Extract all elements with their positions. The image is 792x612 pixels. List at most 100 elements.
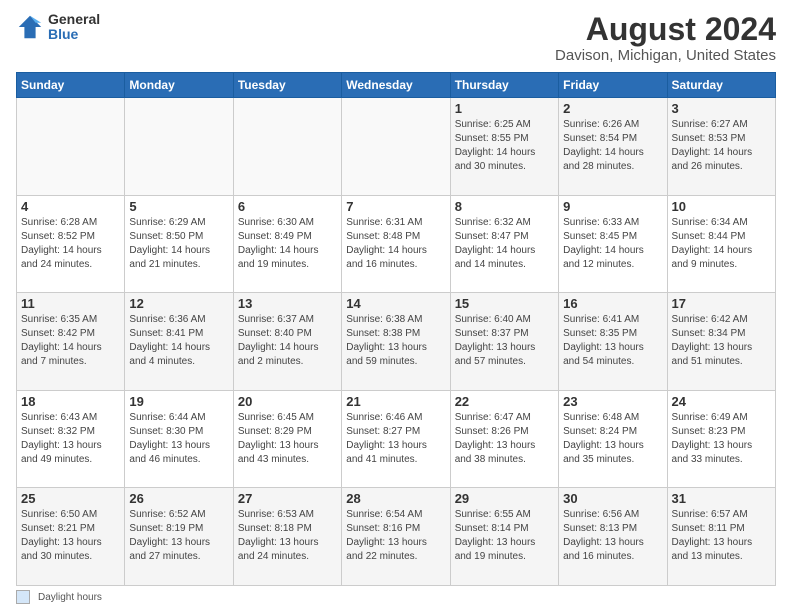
day-info-4-2: Sunrise: 6:53 AM Sunset: 8:18 PM Dayligh…: [238, 508, 337, 564]
logo-text: General Blue: [48, 12, 100, 43]
day-cell-0-3: [342, 98, 450, 196]
day-number-4-0: 25: [21, 491, 120, 506]
day-cell-3-0: 18Sunrise: 6:43 AM Sunset: 8:32 PM Dayli…: [17, 390, 125, 488]
day-cell-0-5: 2 Sunrise: 6:26 AM Sunset: 8:54 PM Daylig…: [559, 98, 667, 196]
day-info-4-6: Sunrise: 6:57 AM Sunset: 8:11 PM Dayligh…: [672, 508, 771, 564]
day-info-1-1: Sunrise: 6:29 AM Sunset: 8:50 PM Dayligh…: [129, 216, 228, 272]
calendar-body: 1Sunrise: 6:25 AM Sunset: 8:55 PM Daylig…: [17, 98, 776, 586]
day-number-0-4: 1: [455, 101, 554, 116]
day-info-4-0: Sunrise: 6:50 AM Sunset: 8:21 PM Dayligh…: [21, 508, 120, 564]
day-info-2-3: Sunrise: 6:38 AM Sunset: 8:38 PM Dayligh…: [346, 313, 445, 369]
day-info-1-4: Sunrise: 6:32 AM Sunset: 8:47 PM Dayligh…: [455, 216, 554, 272]
day-info-3-0: Sunrise: 6:43 AM Sunset: 8:32 PM Dayligh…: [21, 411, 120, 467]
day-info-3-6: Sunrise: 6:49 AM Sunset: 8:23 PM Dayligh…: [672, 411, 771, 467]
day-cell-1-4: 8 Sunrise: 6:32 AM Sunset: 8:47 PM Daylig…: [450, 195, 558, 293]
day-info-1-6: Sunrise: 6:34 AM Sunset: 8:44 PM Dayligh…: [672, 216, 771, 272]
header-tuesday: Tuesday: [233, 73, 341, 98]
day-cell-3-5: 23 Sunrise: 6:48 AM Sunset: 8:24 PM Dayli…: [559, 390, 667, 488]
day-cell-4-6: 31 Sunrise: 6:57 AM Sunset: 8:11 PM Dayli…: [667, 488, 775, 586]
day-cell-1-0: 4 Sunrise: 6:28 AM Sunset: 8:52 PM Daylig…: [17, 195, 125, 293]
day-number-3-6: 24: [672, 394, 771, 409]
day-cell-3-6: 24 Sunrise: 6:49 AM Sunset: 8:23 PM Dayli…: [667, 390, 775, 488]
day-cell-3-2: 20 Sunrise: 6:45 AM Sunset: 8:29 PM Dayli…: [233, 390, 341, 488]
day-cell-0-4: 1Sunrise: 6:25 AM Sunset: 8:55 PM Daylig…: [450, 98, 558, 196]
day-cell-3-4: 22 Sunrise: 6:47 AM Sunset: 8:26 PM Dayli…: [450, 390, 558, 488]
day-info-2-1: Sunrise: 6:36 AM Sunset: 8:41 PM Dayligh…: [129, 313, 228, 369]
header-friday: Friday: [559, 73, 667, 98]
day-number-4-4: 29: [455, 491, 554, 506]
day-number-1-0: 4: [21, 199, 120, 214]
day-info-1-5: Sunrise: 6:33 AM Sunset: 8:45 PM Dayligh…: [563, 216, 662, 272]
day-cell-4-2: 27Sunrise: 6:53 AM Sunset: 8:18 PM Dayli…: [233, 488, 341, 586]
calendar-title: August 2024: [555, 12, 776, 47]
day-info-3-2: Sunrise: 6:45 AM Sunset: 8:29 PM Dayligh…: [238, 411, 337, 467]
header-monday: Monday: [125, 73, 233, 98]
day-cell-1-6: 10Sunrise: 6:34 AM Sunset: 8:44 PM Dayli…: [667, 195, 775, 293]
day-number-0-6: 3: [672, 101, 771, 116]
day-number-2-5: 16: [563, 296, 662, 311]
logo-icon: [16, 13, 44, 41]
day-number-4-3: 28: [346, 491, 445, 506]
day-cell-2-2: 13Sunrise: 6:37 AM Sunset: 8:40 PM Dayli…: [233, 293, 341, 391]
day-info-2-4: Sunrise: 6:40 AM Sunset: 8:37 PM Dayligh…: [455, 313, 554, 369]
header-thursday: Thursday: [450, 73, 558, 98]
day-cell-0-0: [17, 98, 125, 196]
day-number-4-1: 26: [129, 491, 228, 506]
day-cell-4-4: 29 Sunrise: 6:55 AM Sunset: 8:14 PM Dayli…: [450, 488, 558, 586]
day-cell-0-6: 3Sunrise: 6:27 AM Sunset: 8:53 PM Daylig…: [667, 98, 775, 196]
footer-icon: [16, 590, 30, 604]
day-number-4-6: 31: [672, 491, 771, 506]
header: General Blue August 2024 Davison, Michig…: [16, 12, 776, 64]
header-saturday: Saturday: [667, 73, 775, 98]
day-cell-2-6: 17 Sunrise: 6:42 AM Sunset: 8:34 PM Dayli…: [667, 293, 775, 391]
title-block: August 2024 Davison, Michigan, United St…: [555, 12, 776, 64]
week-row-2: 11Sunrise: 6:35 AM Sunset: 8:42 PM Dayli…: [17, 293, 776, 391]
calendar-header: Sunday Monday Tuesday Wednesday Thursday…: [17, 73, 776, 98]
day-cell-0-1: [125, 98, 233, 196]
day-number-1-4: 8: [455, 199, 554, 214]
day-info-1-3: Sunrise: 6:31 AM Sunset: 8:48 PM Dayligh…: [346, 216, 445, 272]
day-info-2-2: Sunrise: 6:37 AM Sunset: 8:40 PM Dayligh…: [238, 313, 337, 369]
day-info-3-1: Sunrise: 6:44 AM Sunset: 8:30 PM Dayligh…: [129, 411, 228, 467]
day-info-1-2: Sunrise: 6:30 AM Sunset: 8:49 PM Dayligh…: [238, 216, 337, 272]
day-info-1-0: Sunrise: 6:28 AM Sunset: 8:52 PM Dayligh…: [21, 216, 120, 272]
day-number-2-4: 15: [455, 296, 554, 311]
day-number-3-2: 20: [238, 394, 337, 409]
day-cell-1-5: 9 Sunrise: 6:33 AM Sunset: 8:45 PM Daylig…: [559, 195, 667, 293]
day-cell-3-1: 19 Sunrise: 6:44 AM Sunset: 8:30 PM Dayli…: [125, 390, 233, 488]
day-info-3-4: Sunrise: 6:47 AM Sunset: 8:26 PM Dayligh…: [455, 411, 554, 467]
day-cell-3-3: 21 Sunrise: 6:46 AM Sunset: 8:27 PM Dayli…: [342, 390, 450, 488]
day-number-2-6: 17: [672, 296, 771, 311]
day-number-1-5: 9: [563, 199, 662, 214]
day-number-2-1: 12: [129, 296, 228, 311]
day-number-2-0: 11: [21, 296, 120, 311]
header-row: Sunday Monday Tuesday Wednesday Thursday…: [17, 73, 776, 98]
day-info-4-4: Sunrise: 6:55 AM Sunset: 8:14 PM Dayligh…: [455, 508, 554, 564]
day-info-3-5: Sunrise: 6:48 AM Sunset: 8:24 PM Dayligh…: [563, 411, 662, 467]
day-cell-2-0: 11Sunrise: 6:35 AM Sunset: 8:42 PM Dayli…: [17, 293, 125, 391]
day-info-2-6: Sunrise: 6:42 AM Sunset: 8:34 PM Dayligh…: [672, 313, 771, 369]
day-info-3-3: Sunrise: 6:46 AM Sunset: 8:27 PM Dayligh…: [346, 411, 445, 467]
day-number-3-4: 22: [455, 394, 554, 409]
week-row-1: 4 Sunrise: 6:28 AM Sunset: 8:52 PM Daylig…: [17, 195, 776, 293]
day-number-3-5: 23: [563, 394, 662, 409]
day-cell-1-3: 7 Sunrise: 6:31 AM Sunset: 8:48 PM Daylig…: [342, 195, 450, 293]
day-number-1-3: 7: [346, 199, 445, 214]
logo-blue-text: Blue: [48, 27, 100, 42]
day-cell-4-5: 30 Sunrise: 6:56 AM Sunset: 8:13 PM Dayli…: [559, 488, 667, 586]
footer: Daylight hours: [16, 590, 776, 604]
day-number-4-5: 30: [563, 491, 662, 506]
day-number-3-3: 21: [346, 394, 445, 409]
day-cell-2-5: 16Sunrise: 6:41 AM Sunset: 8:35 PM Dayli…: [559, 293, 667, 391]
day-info-4-3: Sunrise: 6:54 AM Sunset: 8:16 PM Dayligh…: [346, 508, 445, 564]
day-info-0-5: Sunrise: 6:26 AM Sunset: 8:54 PM Dayligh…: [563, 118, 662, 174]
day-cell-4-0: 25 Sunrise: 6:50 AM Sunset: 8:21 PM Dayli…: [17, 488, 125, 586]
day-cell-2-4: 15 Sunrise: 6:40 AM Sunset: 8:37 PM Dayli…: [450, 293, 558, 391]
day-cell-0-2: [233, 98, 341, 196]
footer-label: Daylight hours: [38, 592, 102, 603]
day-info-4-5: Sunrise: 6:56 AM Sunset: 8:13 PM Dayligh…: [563, 508, 662, 564]
day-info-4-1: Sunrise: 6:52 AM Sunset: 8:19 PM Dayligh…: [129, 508, 228, 564]
week-row-4: 25 Sunrise: 6:50 AM Sunset: 8:21 PM Dayli…: [17, 488, 776, 586]
day-number-0-5: 2: [563, 101, 662, 116]
day-number-3-1: 19: [129, 394, 228, 409]
